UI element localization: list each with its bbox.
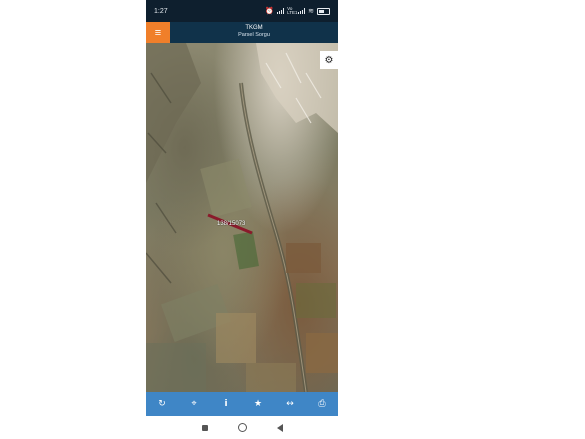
measure-icon: ↔	[286, 399, 294, 409]
parcel-label: 138/15073	[217, 221, 246, 227]
locate-icon: ⌖	[191, 399, 197, 409]
app-subtitle: Parsel Sorgu	[238, 32, 270, 38]
refresh-button[interactable]: ↻	[152, 394, 172, 414]
map-settings-button[interactable]: ⚙	[320, 51, 338, 69]
app-title: TKGM	[245, 25, 263, 31]
info-button[interactable]: i	[216, 394, 236, 414]
status-time: 1:27	[154, 7, 168, 15]
battery-icon	[317, 7, 330, 15]
recents-button[interactable]	[201, 424, 208, 431]
refresh-icon: ↻	[158, 399, 166, 409]
network-label: Vo LTE1	[287, 6, 298, 15]
favorite-button[interactable]: ★	[248, 394, 268, 414]
signal-icon-2	[298, 8, 306, 14]
circle-icon	[237, 423, 247, 432]
gear-icon: ⚙	[324, 54, 334, 66]
print-button[interactable]: ⎙	[312, 394, 332, 414]
terrain-texture	[146, 43, 338, 392]
status-icons: ⏰ Vo LTE1 ≋	[265, 6, 330, 15]
back-button[interactable]	[276, 423, 283, 432]
menu-button[interactable]: ≡	[146, 22, 170, 43]
home-button[interactable]	[237, 423, 247, 432]
wifi-icon: ≋	[308, 8, 314, 15]
print-icon: ⎙	[318, 399, 326, 409]
back-triangle-icon	[276, 423, 283, 432]
measure-button[interactable]: ↔	[280, 394, 300, 414]
bottom-toolbar: ↻ ⌖ i ★ ↔ ⎙	[146, 392, 338, 416]
signal-icon	[277, 8, 285, 14]
app-header: ≡ TKGM Parsel Sorgu	[146, 22, 338, 43]
status-bar: 1:27 ⏰ Vo LTE1 ≋	[146, 0, 338, 22]
info-icon: i	[224, 399, 228, 409]
square-icon	[201, 424, 208, 431]
alarm-icon: ⏰	[265, 8, 275, 15]
phone-screen: 1:27 ⏰ Vo LTE1 ≋ ≡ TKGM Parsel Sorgu ⚙ 1…	[146, 0, 338, 439]
favorite-icon: ★	[253, 399, 263, 409]
menu-icon: ≡	[154, 26, 162, 39]
android-nav-bar	[146, 416, 338, 439]
satellite-map[interactable]: ⚙ 138/15073	[146, 43, 338, 392]
locate-button[interactable]: ⌖	[184, 394, 204, 414]
